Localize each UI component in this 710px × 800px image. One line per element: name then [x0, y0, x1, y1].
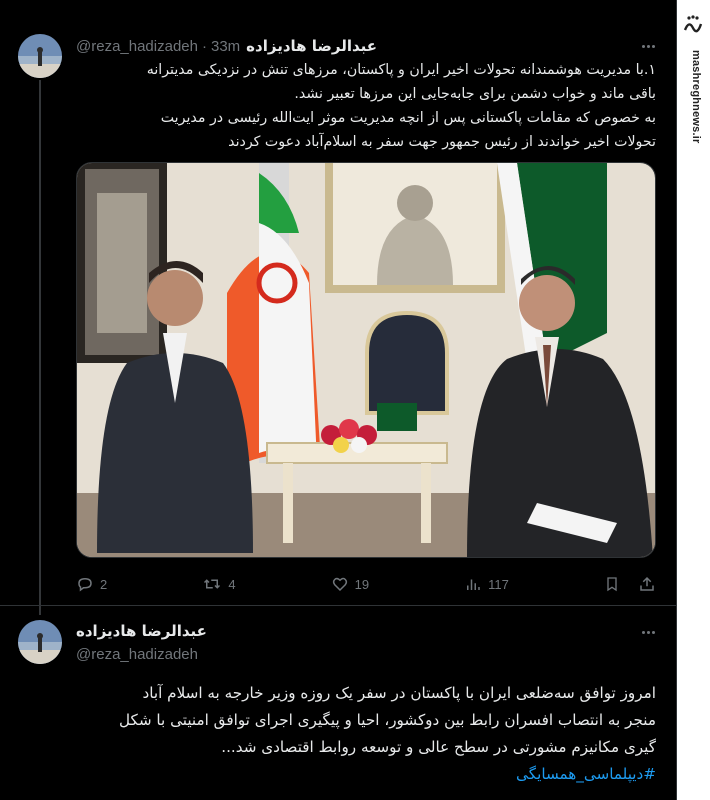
- avatar[interactable]: [18, 34, 62, 78]
- tweet-text-line: باقی ماند و خواب دشمن برای جابه‌جایی این…: [294, 86, 656, 102]
- more-icon[interactable]: [638, 622, 658, 642]
- tweet-time[interactable]: 33m: [211, 38, 240, 55]
- reply-count: 2: [100, 576, 108, 592]
- views-button[interactable]: 117: [464, 575, 509, 593]
- meta-separator: ·: [201, 37, 207, 55]
- tweet-text: ۱.با مدیریت هوشمندانه تحولات اخیر ایران …: [76, 58, 656, 154]
- tweet-actions: 2 4 19 117: [76, 572, 656, 596]
- like-count: 19: [354, 576, 370, 592]
- watermark-url: mashreghnews.ir: [690, 50, 702, 144]
- reply-button[interactable]: 2: [76, 575, 107, 593]
- hashtag-link[interactable]: #دیپلماسی_همسایگی: [516, 765, 656, 783]
- author-handle[interactable]: @reza_hadizadeh: [76, 38, 198, 55]
- tweet-text-line: ۱.با مدیریت هوشمندانه تحولات اخیر ایران …: [146, 62, 656, 78]
- like-button[interactable]: 19: [331, 575, 369, 593]
- retweet-icon: [204, 579, 221, 589]
- author-name[interactable]: عبدالرضا هادیزاده: [246, 37, 377, 55]
- reply-icon: [78, 577, 92, 592]
- share-icon: [640, 576, 654, 591]
- tweet-text-line: تحولات اخیر خواندند از رئیس جمهور جهت سف…: [228, 134, 656, 150]
- tweet-header: عبدالرضا هادیزاده @reza_hadizadeh · 33m: [76, 34, 656, 58]
- views-count: 117: [488, 576, 509, 592]
- tweet-meta: @reza_hadizadeh · 33m: [76, 38, 240, 55]
- avatar[interactable]: [18, 620, 62, 664]
- photo-person-right: [519, 275, 575, 331]
- more-icon[interactable]: [638, 36, 658, 56]
- tweet-secondary-actions: [604, 575, 656, 593]
- views-icon: [467, 579, 480, 590]
- author-name[interactable]: عبدالرضا هادیزاده: [76, 622, 207, 640]
- bookmark-button[interactable]: [604, 575, 620, 593]
- retweet-count: 4: [228, 576, 236, 592]
- retweet-button[interactable]: 4: [202, 575, 236, 593]
- tweet-photo[interactable]: [76, 162, 656, 558]
- tweet-text-line: منجر به انتصاب افسران رابط بین دوکشور، ا…: [118, 711, 656, 729]
- tweet-text: امروز توافق سه‌ضلعی ایران با پاکستان در …: [30, 680, 656, 788]
- like-icon: [332, 577, 347, 592]
- tweet-text-line: گیری مکانیزم مشورتی در سطح عالی و توسعه …: [221, 738, 656, 756]
- bookmark-icon: [607, 577, 617, 592]
- photo-chair: [365, 310, 449, 415]
- thread-connector-line: [39, 80, 41, 615]
- share-button[interactable]: [638, 575, 656, 593]
- tweet-divider: [0, 605, 676, 606]
- tweet-text-line: امروز توافق سه‌ضلعی ایران با پاکستان در …: [142, 684, 656, 702]
- mashregh-logo-icon: [681, 12, 705, 38]
- tweet-text-line: به خصوص که مقامات پاکستانی پس از انچه مد…: [160, 110, 656, 126]
- author-handle[interactable]: @reza_hadizadeh: [76, 646, 198, 663]
- watermark-strip: mashreghnews.ir: [676, 0, 710, 800]
- photo-person-left: [147, 270, 203, 326]
